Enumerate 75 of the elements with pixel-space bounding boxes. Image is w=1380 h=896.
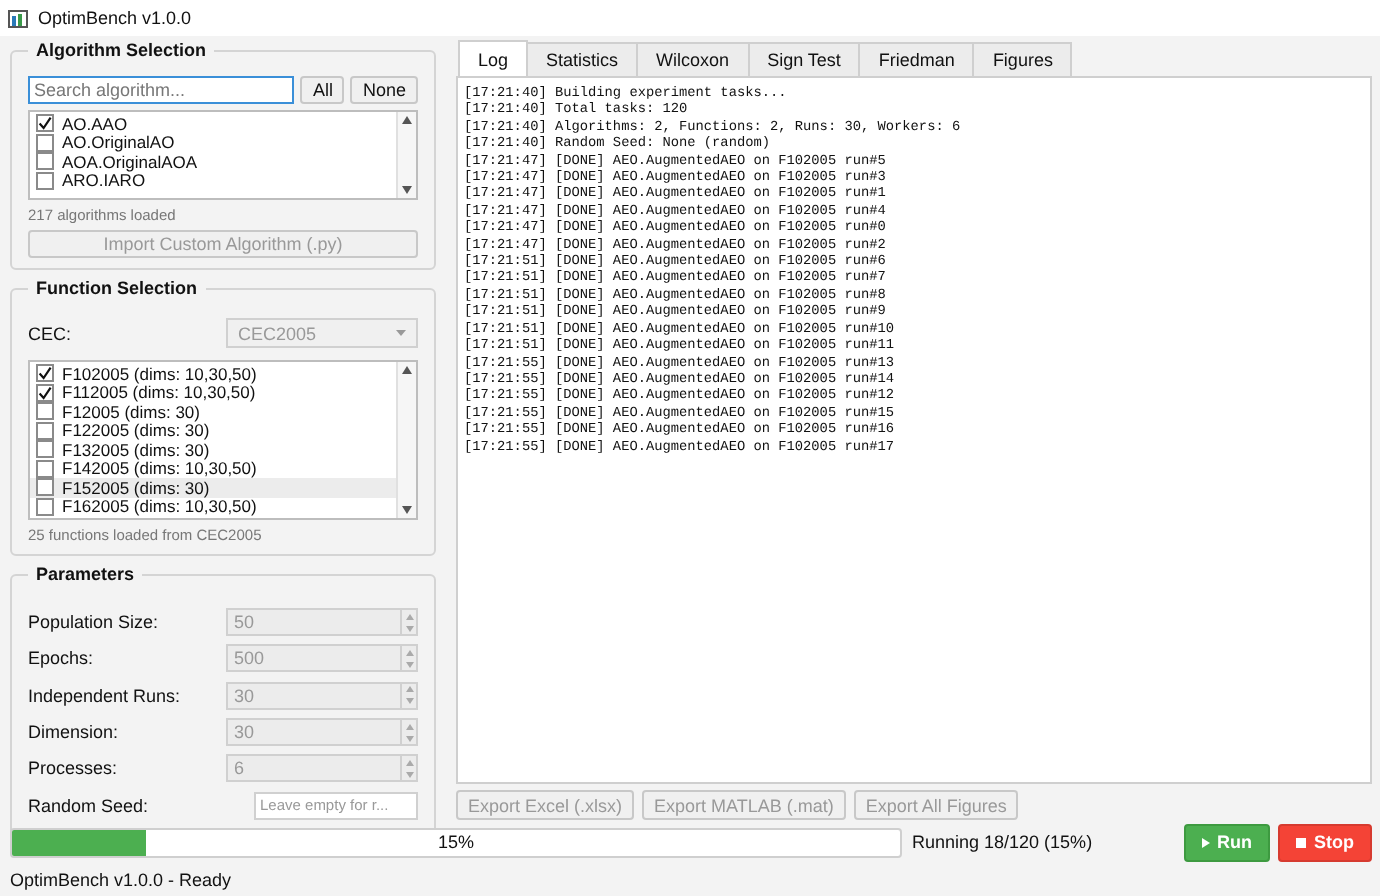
- checkbox[interactable]: [36, 364, 54, 383]
- field-label: CEC:: [28, 323, 72, 343]
- list-item[interactable]: F102005 (dims: 10,30,50): [30, 364, 396, 383]
- tab[interactable]: Wilcoxon: [636, 42, 750, 76]
- tab[interactable]: Log: [458, 40, 529, 76]
- spin-up-icon[interactable]: [405, 686, 413, 693]
- status-text: OptimBench v1.0.0 - Ready: [10, 870, 232, 890]
- tab[interactable]: Figures: [972, 42, 1073, 76]
- checkbox[interactable]: [36, 114, 54, 133]
- spin-up-icon[interactable]: [405, 723, 413, 730]
- app-icon: [8, 9, 28, 27]
- checkbox[interactable]: [36, 459, 54, 478]
- group-title: Parameters: [28, 564, 143, 584]
- list-item[interactable]: F112005 (dims: 10,30,50): [30, 383, 396, 402]
- scrollbar[interactable]: [396, 112, 416, 198]
- spin-down-icon[interactable]: [405, 735, 413, 742]
- field-label: Population Size:: [28, 612, 159, 633]
- item-label: F152005 (dims: 30): [62, 477, 210, 498]
- list-item[interactable]: F142005 (dims: 10,30,50): [30, 459, 396, 478]
- stop-icon: [1296, 837, 1306, 847]
- dropdown-arrow-icon: [396, 330, 406, 336]
- item-label: ARO.IARO: [62, 170, 146, 191]
- item-label: F142005 (dims: 10,30,50): [62, 458, 257, 479]
- field-label: Epochs:: [28, 648, 94, 669]
- checkbox[interactable]: [36, 421, 54, 440]
- spin-down-icon[interactable]: [405, 661, 413, 668]
- item-label: AOA.OriginalAOA: [62, 151, 198, 172]
- item-label: F102005 (dims: 10,30,50): [62, 363, 257, 384]
- scroll-down-icon[interactable]: [402, 186, 412, 194]
- field-label: Processes:: [28, 758, 118, 779]
- spin-up-icon[interactable]: [405, 649, 413, 656]
- spin-down-icon[interactable]: [405, 625, 413, 632]
- field-label: Random Seed:: [28, 795, 149, 816]
- search-field[interactable]: Search algorithm...: [28, 76, 295, 104]
- checkbox[interactable]: [36, 152, 54, 171]
- list-item[interactable]: F12005 (dims: 30): [30, 402, 396, 421]
- field-label: Independent Runs:: [28, 685, 181, 706]
- select-button[interactable]: None: [350, 76, 418, 104]
- tab[interactable]: Friedman: [858, 42, 975, 76]
- group-title: Algorithm Selection: [28, 40, 215, 60]
- list-item[interactable]: F152005 (dims: 30): [30, 478, 396, 497]
- spin-down-icon[interactable]: [405, 771, 413, 778]
- item-label: F122005 (dims: 30): [62, 420, 210, 441]
- stop-button[interactable]: Stop: [1278, 823, 1372, 861]
- scrollbar[interactable]: [396, 362, 416, 518]
- checkbox[interactable]: [36, 478, 54, 497]
- select-button[interactable]: All: [300, 76, 345, 104]
- scroll-up-icon[interactable]: [402, 366, 412, 374]
- field-label: Dimension:: [28, 722, 119, 743]
- spin-up-icon[interactable]: [405, 759, 413, 766]
- list-item[interactable]: F132005 (dims: 30): [30, 440, 396, 459]
- window-title: OptimBench v1.0.0: [38, 8, 192, 28]
- checkbox[interactable]: [36, 440, 54, 459]
- tab[interactable]: Statistics: [526, 42, 639, 76]
- checkbox[interactable]: [36, 402, 54, 421]
- play-icon: [1201, 837, 1209, 847]
- tab[interactable]: Sign Test: [747, 42, 861, 76]
- scroll-up-icon[interactable]: [402, 116, 412, 124]
- spin-up-icon[interactable]: [405, 613, 413, 620]
- checkbox[interactable]: [36, 171, 54, 190]
- item-label: AO.OriginalAO: [62, 132, 175, 153]
- checkbox[interactable]: [36, 383, 54, 402]
- item-label: AO.AAO: [62, 113, 128, 134]
- item-label: F112005 (dims: 10,30,50): [62, 382, 256, 403]
- run-status: Running 18/120 (15%): [912, 832, 1095, 852]
- item-label: F132005 (dims: 30): [62, 439, 210, 460]
- spin-down-icon[interactable]: [405, 698, 413, 705]
- scroll-down-icon[interactable]: [402, 506, 412, 514]
- progress-text: 15%: [437, 832, 474, 852]
- checkbox[interactable]: [36, 133, 54, 152]
- list-item[interactable]: F162005 (dims: 10,30,50): [30, 497, 396, 516]
- item-label: F12005 (dims: 30): [62, 401, 200, 422]
- group-title: Function Selection: [28, 278, 206, 298]
- list-item[interactable]: F122005 (dims: 30): [30, 421, 396, 440]
- item-label: F162005 (dims: 10,30,50): [62, 496, 257, 517]
